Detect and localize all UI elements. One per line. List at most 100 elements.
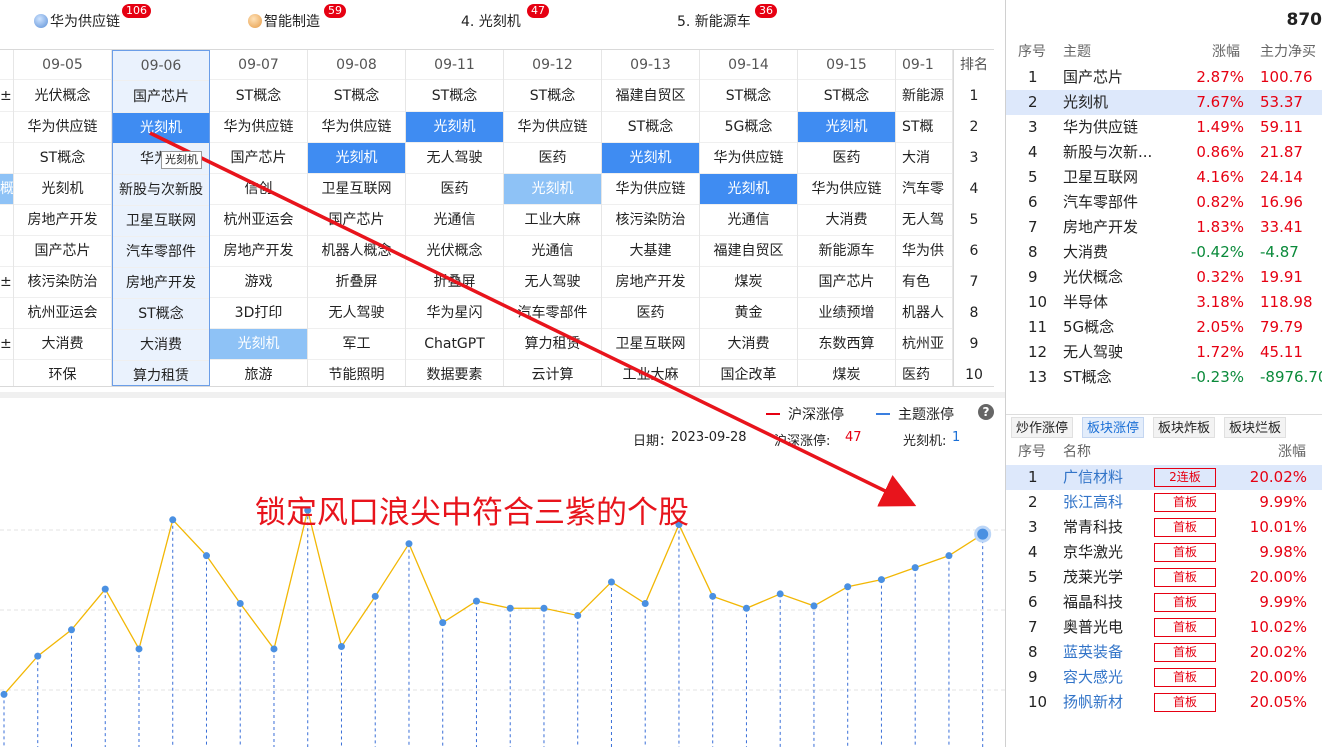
theme-table-row[interactable]: 4 新股与次新... 0.86% 21.87 [1006,140,1322,165]
data-point[interactable] [574,611,582,619]
grid-column[interactable]: 09-07 ST概念 华为供应链 国产芯片 信创 杭州亚运会 房地产开发 游戏 3D打印 光刻机旅… [210,50,308,386]
data-point[interactable] [34,652,42,660]
tab-speculative-limitup[interactable]: 炒作涨停 [1011,417,1074,438]
theme-table-row[interactable]: 13 ST概念 -0.23% -8976.70 [1006,365,1322,390]
rank-tab-huawei[interactable]: 华为供应链 106 [34,4,151,31]
theme-cell[interactable]: 福建自贸区 [700,236,797,267]
data-point[interactable] [67,626,75,634]
theme-cell[interactable] [0,143,13,174]
theme-cell[interactable]: 医药 [406,174,503,205]
grid-column[interactable]: 09-13 福建自贸区 ST概念 光刻机 华为供应链 核污染防治 大基建 房地产开发 医药 卫星互… [602,50,700,386]
col-name[interactable]: 名称 [1063,440,1091,465]
theme-cell[interactable]: 光刻机 [504,174,601,205]
theme-cell[interactable]: 光刻机 [798,112,895,143]
grid-column[interactable]: 09-05 光伏概念 华为供应链 ST概念 光刻机 房地产开发 国产芯片 核污染防治 杭州亚运会… [14,50,112,386]
theme-cell[interactable] [0,112,13,143]
theme-cell[interactable]: ST概念 [406,81,503,112]
theme-cell[interactable] [0,236,13,267]
theme-cell[interactable]: ST概念 [798,81,895,112]
grid-column-selected[interactable]: 09-06国产芯片光刻机华为供新股与次新股卫星互联网汽车零部件房地产开发ST概念… [112,50,210,386]
theme-cell[interactable]: 医药 [798,143,895,174]
theme-cell[interactable]: 无人驾 [896,205,952,236]
data-point[interactable] [337,643,345,651]
selected-data-point[interactable] [974,525,992,543]
theme-cell[interactable]: 大消费 [700,329,797,360]
tab-board-weak[interactable]: 板块烂板 [1224,417,1287,438]
theme-cell[interactable]: 大消费 [798,205,895,236]
col-net-flow[interactable]: 主力净买 [1260,40,1316,65]
grid-column[interactable]: 09-08 ST概念 华为供应链 光刻机 卫星互联网 国产芯片 机器人概念 折叠屏 无人驾驶 军工… [308,50,406,386]
theme-cell[interactable]: 无人驾驶 [504,267,601,298]
theme-cell[interactable]: 折叠屏 [308,267,405,298]
theme-cell[interactable]: 医药 [504,143,601,174]
theme-cell[interactable]: 汽车零 [896,174,952,205]
date-header[interactable]: 09-12 [504,50,601,80]
stock-name[interactable]: 容大感光 [1063,665,1123,690]
stock-name[interactable]: 奥普光电 [1063,615,1123,640]
theme-cell[interactable]: 杭州亚 [896,329,952,360]
date-header[interactable]: 09-06 [113,51,209,81]
date-header[interactable] [0,50,13,80]
theme-cell[interactable]: ST概念 [602,112,699,143]
theme-cell[interactable]: ST概念 [700,81,797,112]
data-point[interactable] [540,604,548,612]
stock-name[interactable]: 京华激光 [1063,540,1123,565]
theme-cell[interactable]: 大消费 [14,329,111,360]
theme-cell[interactable]: 光刻机 [113,113,209,144]
theme-cell[interactable]: 国企改革 [700,360,797,386]
theme-cell[interactable]: 光伏概念 [406,236,503,267]
date-header[interactable]: 09-14 [700,50,797,80]
theme-cell[interactable]: ST概念 [113,299,209,330]
theme-cell[interactable]: 光刻机 [602,143,699,174]
theme-cell[interactable]: 无人驾驶 [308,298,405,329]
theme-cell[interactable]: 卫星互联网 [602,329,699,360]
stock-name[interactable]: 扬帆新材 [1063,690,1123,715]
data-point[interactable] [641,600,649,607]
theme-cell[interactable]: 国产芯片 [113,82,209,113]
theme-cell[interactable]: 新能源 [896,81,952,112]
col-index[interactable]: 序号 [1018,40,1046,65]
theme-cell[interactable]: 机器人 [896,298,952,329]
stock-table-row[interactable]: 1 广信材料 2连板 20.02% [1006,465,1322,490]
theme-cell[interactable]: 卫星互联网 [113,206,209,237]
theme-cell[interactable]: 云计算 [504,360,601,386]
theme-cell[interactable]: 旅游 [210,360,307,386]
stock-table-row[interactable]: 6 福晶科技 首板 9.99% [1006,590,1322,615]
theme-cell[interactable]: 新能源车 [798,236,895,267]
theme-cell[interactable]: 国产芯片 [210,143,307,174]
stock-name[interactable]: 福晶科技 [1063,590,1123,615]
data-point[interactable] [135,645,143,653]
theme-table-row[interactable]: 7 房地产开发 1.83% 33.41 [1006,215,1322,240]
theme-cell[interactable]: 大消费 [113,330,209,361]
stock-table-row[interactable]: 5 茂莱光学 首板 20.00% [1006,565,1322,590]
date-header[interactable]: 09-08 [308,50,405,80]
theme-cell[interactable]: ST概念 [504,81,601,112]
horizontal-scrollbar[interactable] [0,392,1005,398]
theme-cell[interactable]: 折叠屏 [406,267,503,298]
theme-cell[interactable]: 华为供应链 [210,112,307,143]
theme-cell[interactable]: 机器人概念 [308,236,405,267]
stock-name[interactable]: 常青科技 [1063,515,1123,540]
theme-cell[interactable]: 房地产开发 [113,268,209,299]
data-point[interactable] [506,604,514,612]
col-theme[interactable]: 主题 [1063,40,1091,65]
date-header[interactable]: 09-15 [798,50,895,80]
stock-table-row[interactable]: 2 张江高科 首板 9.99% [1006,490,1322,515]
legend-item-hs[interactable]: 沪深涨停 [766,404,844,424]
tab-board-broken[interactable]: 板块炸板 [1153,417,1216,438]
grid-column[interactable]: 09-11 ST概念 光刻机 无人驾驶 医药 光通信 光伏概念 折叠屏 华为星闪 ChatGPT 数… [406,50,504,386]
theme-cell[interactable]: 房地产开发 [210,236,307,267]
theme-table-row[interactable]: 6 汽车零部件 0.82% 16.96 [1006,190,1322,215]
theme-cell[interactable]: 大基建 [602,236,699,267]
data-point[interactable] [877,576,885,584]
theme-cell[interactable]: 光刻机 [210,329,307,360]
theme-cell[interactable]: 核污染防治 [14,267,111,298]
theme-cell[interactable]: ± [0,329,13,360]
data-point[interactable] [844,583,852,591]
stock-table-row[interactable]: 3 常青科技 首板 10.01% [1006,515,1322,540]
grid-column[interactable]: 09-15 ST概念 光刻机 医药 华为供应链 大消费 新能源车 国产芯片 业绩预增 东数西算 煤炭 [798,50,896,386]
grid-column[interactable]: 09-14 ST概念 5G概念 华为供应链 光刻机 光通信 福建自贸区 煤炭 黄金 大消费 国企改革 [700,50,798,386]
theme-cell[interactable]: 光通信 [700,205,797,236]
theme-cell[interactable]: 黄金 [700,298,797,329]
theme-cell[interactable]: 房地产开发 [602,267,699,298]
